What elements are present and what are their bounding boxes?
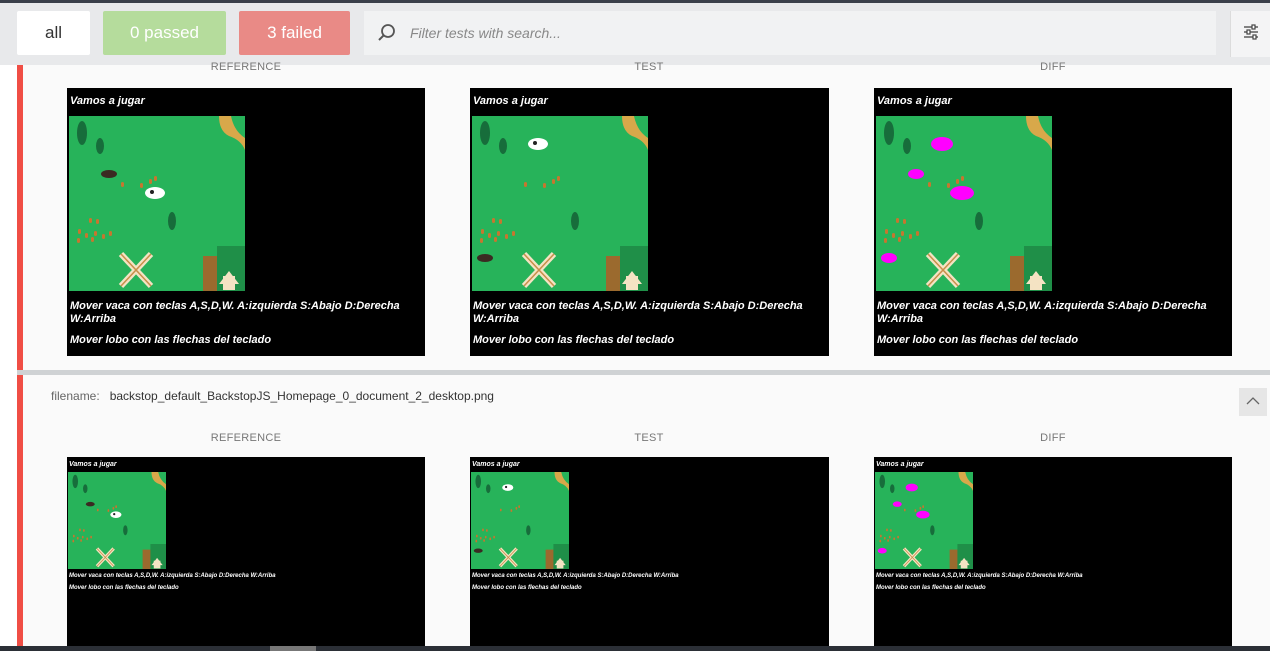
wolf-instructions: Mover lobo con las flechas del teclado [473,334,675,346]
collapse-button[interactable] [1239,388,1267,416]
game-title: Vamos a jugar [472,461,520,468]
search-icon[interactable] [364,11,410,55]
filter-failed-button[interactable]: 3 failed [239,11,350,55]
game-title: Vamos a jugar [876,461,924,468]
cow-instructions: Mover vaca con teclas A,S,D,W. A:izquier… [877,300,1207,326]
filter-all-button[interactable]: all [17,11,90,55]
wolf-instructions: Mover lobo con las flechas del teclado [877,334,1079,346]
cow-instructions: Mover vaca con teclas A,S,D,W. A:izquier… [472,573,679,579]
reference-image[interactable]: Vamos a jugar Mover vaca con teclas A,S,D… [67,457,425,651]
reference-label: REFERENCE [210,61,282,73]
search-input[interactable] [410,25,1190,41]
diff-image[interactable]: Vamos a jugar Mover vaca con teclas A,S,D… [874,88,1232,356]
cow-instructions: Mover vaca con teclas A,S,D,W. A:izquier… [473,300,803,326]
filename-row: filename: backstop_default_BackstopJS_Ho… [51,389,494,403]
diff-label: DIFF [1040,61,1066,73]
test-card-1: REFERENCE TEST DIFF Vamos a jugar Mover v… [17,61,1270,370]
diff-label: DIFF [1040,432,1066,444]
cow-instructions: Mover vaca con teclas A,S,D,W. A:izquier… [876,573,1083,579]
wolf-instructions: Mover lobo con las flechas del teclado [876,585,986,591]
game-canvas [472,116,648,291]
game-canvas [876,116,1052,291]
test-card-2: filename: backstop_default_BackstopJS_Ho… [17,375,1270,651]
search-box [364,11,1216,55]
reference-image[interactable]: Vamos a jugar Mover vaca con teclas A,S,D… [67,88,425,356]
sliders-icon [1242,23,1260,46]
reference-label: REFERENCE [210,432,282,444]
filter-toolbar: all 0 passed 3 failed [0,3,1270,65]
settings-button[interactable] [1230,11,1270,57]
game-title: Vamos a jugar [473,95,548,107]
wolf-instructions: Mover lobo con las flechas del teclado [70,334,272,346]
chevron-up-icon [1246,393,1260,411]
test-image[interactable]: Vamos a jugar Mover vaca con teclas A,S,D… [470,457,829,651]
test-label: TEST [634,61,664,73]
wolf-instructions: Mover lobo con las flechas del teclado [69,585,179,591]
game-title: Vamos a jugar [69,461,117,468]
filter-passed-button[interactable]: 0 passed [103,11,226,55]
game-canvas [68,472,166,569]
diff-image[interactable]: Vamos a jugar Mover vaca con teclas A,S,D… [874,457,1232,651]
game-title: Vamos a jugar [70,95,145,107]
test-image[interactable]: Vamos a jugar Mover vaca con teclas A,S,D… [470,88,829,356]
wolf-instructions: Mover lobo con las flechas del teclado [472,585,582,591]
filename-label: filename: [51,389,100,403]
cow-instructions: Mover vaca con teclas A,S,D,W. A:izquier… [70,300,400,326]
test-label: TEST [634,432,664,444]
game-canvas [471,472,569,569]
scrollbar-thumb[interactable] [270,646,316,651]
game-title: Vamos a jugar [877,95,952,107]
game-canvas [875,472,973,569]
game-canvas [69,116,245,291]
filename-value: backstop_default_BackstopJS_Homepage_0_d… [109,389,494,403]
horizontal-scrollbar[interactable] [0,646,1270,651]
cow-instructions: Mover vaca con teclas A,S,D,W. A:izquier… [69,573,276,579]
